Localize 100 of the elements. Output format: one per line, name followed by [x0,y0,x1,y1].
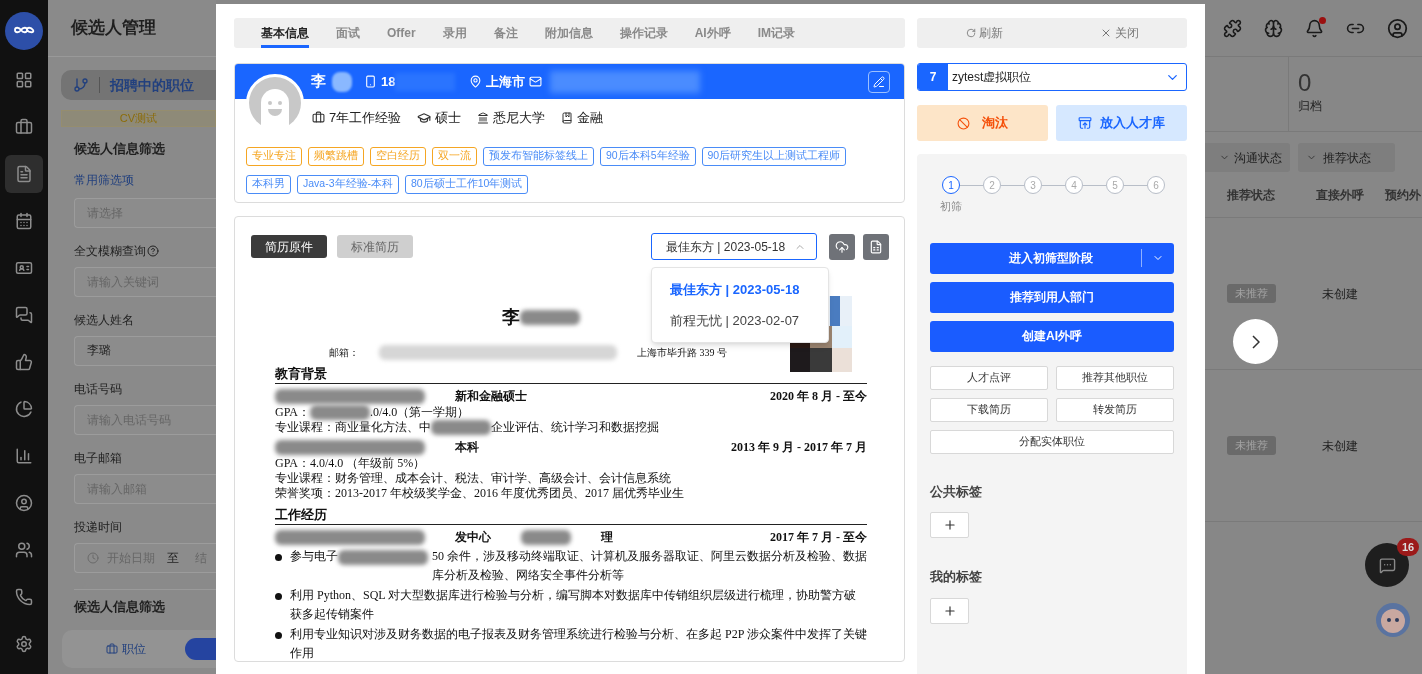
bullet-icon [275,593,282,600]
avatar-icon[interactable] [1387,17,1408,39]
resume-date: 2020 年 8 月 - 至今 [770,388,867,405]
tab[interactable]: IM记录 [757,18,795,48]
tab[interactable]: AI外呼 [694,18,731,48]
chat-icon [15,305,33,324]
chevron-right-icon [1251,334,1260,349]
filter-chip[interactable]: 推荐状态 [1298,143,1395,172]
tab[interactable]: 操作记录 [619,18,668,48]
column-header: 直接外呼 [1314,186,1365,204]
refresh-icon [966,28,976,38]
resume-text: 参与电子 [290,548,338,565]
dashboard-icon [15,70,33,89]
job-tab-label: 招聘中的职位 [110,75,194,95]
puzzle-icon[interactable] [1223,18,1242,38]
mail-icon [529,75,543,88]
action-button[interactable]: 创建AI外呼 [930,320,1174,352]
edit-button[interactable] [868,70,890,93]
briefcase-icon [106,643,118,655]
source-select[interactable]: 最佳东方 | 2023-05-18 [651,233,817,260]
dropdown-option[interactable]: 前程无忧 | 2023-02-07 [652,305,828,336]
add-tag-button[interactable] [930,597,969,624]
settings-icon [15,634,33,653]
filter-title: 候选人信息筛选 [74,140,166,158]
filter-chip[interactable]: 沟通状态 [1205,143,1290,172]
clock-icon [87,551,99,564]
next-button[interactable] [1233,319,1278,364]
refresh-button[interactable]: 刷新 [917,18,1052,48]
table-cell-text: 未创建 [1320,285,1359,303]
action-button[interactable]: 人才点评 [930,365,1048,390]
resume-text: 新和金融硕士 [455,388,527,405]
talent-pool-button[interactable]: 放入人才库 [1056,105,1187,141]
candidate-city: 上海市 [486,72,526,91]
action-button[interactable]: 推荐其他职位 [1056,365,1174,390]
resume-text: 本科 [455,439,479,456]
tab[interactable]: 备注 [493,18,518,48]
reject-button[interactable]: 淘汰 [917,105,1048,141]
resume-text: 邮箱： [329,346,359,360]
brain-icon[interactable] [1264,18,1283,38]
tag: 空白经历 [370,146,426,166]
graduation-cap-icon [417,110,432,125]
tab[interactable]: 面试 [336,18,360,48]
redaction-blur [431,420,491,435]
upload-button[interactable] [829,233,855,260]
view-toggle[interactable]: 标准简历 [337,235,413,258]
field-label: 全文模糊查询 [74,242,146,260]
action-button[interactable]: 下载简历 [930,397,1048,422]
add-tag-button[interactable] [930,512,969,538]
action-button[interactable]: 推荐到用人部门 [930,281,1174,313]
bank-icon [477,111,490,124]
resume-text: 50 余件，涉及移动终端取证、计算机及服务器取证、阿里云数据分析及检验、数据库分析及检验、网络安全事件分析等 [432,548,867,584]
calendar-icon [15,211,33,230]
advance-stage-button[interactable]: 进入初筛型阶段 [930,242,1174,274]
stat-value: 0 [1298,69,1313,97]
tag: 专业专注 [246,146,302,166]
tag: 本科男 [246,174,291,194]
quick-filter-link[interactable]: 常用筛选项 [74,170,216,189]
resume-text: 理 [601,529,613,546]
position-number: 7 [918,64,948,90]
resume-text: 李 [502,306,520,329]
sidebar-item[interactable] [5,154,43,193]
tag-group-title: 我的标签 [930,568,983,586]
field-label: 候选人姓名 [74,311,134,329]
position-button[interactable]: 职位 [106,640,146,658]
bar-chart-icon [15,446,33,465]
notification-button[interactable] [1305,18,1324,38]
candidate-phone: 18 [381,72,396,91]
redaction-blur [520,310,580,325]
users-icon [15,540,33,559]
input-field[interactable]: 李璐 [74,335,216,366]
tab[interactable]: 附加信息 [544,18,593,48]
table-cell-text: 未创建 [1320,437,1359,455]
view-toggle[interactable]: 简历原件 [251,235,327,258]
resume-text: 专业课程：财务管理、成本会计、税法、审计学、高级会计、会计信息系统 [275,471,671,486]
action-button[interactable]: 转发简历 [1056,397,1174,422]
resume-text: 荣誉奖项：2013-2017 年校级奖学金、2016 年度优秀团员、2017 届优秀毕业生 [275,486,684,501]
column-header: 推荐状态 [1226,186,1276,204]
tab-button[interactable] [185,638,216,660]
thumbs-up-icon [15,352,33,371]
job-tab[interactable]: 招聘中的职位 [61,70,216,100]
notes-button[interactable] [863,233,889,260]
tab[interactable]: Offer [387,18,416,48]
pie-chart-icon [15,399,33,418]
position-select[interactable]: 7 zytest虚拟职位 [917,63,1187,91]
candidate-fact: 悉尼大学 [493,109,546,127]
tab[interactable]: 基本信息 [261,18,309,48]
logo-icon [5,12,43,50]
tag: 预发布智能标签线上 [483,146,594,166]
tab[interactable]: 录用 [442,18,467,48]
chat-icon [1378,556,1396,574]
dropdown-option[interactable]: 最佳东方 | 2023-05-18 [652,274,828,305]
phone-icon [364,75,377,88]
tag: 80后硕士工作10年测试 [405,174,529,194]
close-button[interactable]: 关闭 [1052,18,1187,48]
action-button[interactable]: 分配实体职位 [930,429,1174,454]
bullet-icon [275,554,282,561]
position-name: zytest虚拟职位 [952,69,1033,86]
tag: 90后研究生以上测试工程师 [701,146,847,166]
location-icon [469,75,483,88]
column-header: 预约外 [1384,186,1422,204]
